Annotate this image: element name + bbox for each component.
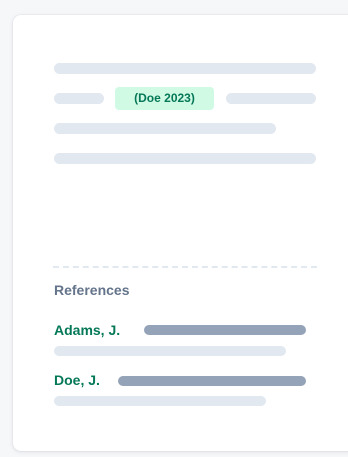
reference-detail-placeholder (54, 396, 266, 406)
reference-author[interactable]: Adams, J. (54, 322, 120, 338)
reference-detail-placeholder (54, 346, 286, 356)
reference-author[interactable]: Doe, J. (54, 372, 100, 388)
reference-title-placeholder (144, 325, 306, 335)
text-line-placeholder (226, 93, 316, 104)
text-line-placeholder (54, 93, 104, 104)
section-divider (53, 266, 317, 268)
text-line-placeholder (54, 123, 276, 134)
inline-citation[interactable]: (Doe 2023) (115, 87, 214, 110)
text-line-placeholder (54, 153, 316, 164)
reference-title-placeholder (118, 376, 306, 386)
text-line-placeholder (54, 63, 316, 74)
references-heading: References (54, 282, 130, 298)
document-card: (Doe 2023) References Adams, J. Doe, J. (13, 15, 348, 451)
